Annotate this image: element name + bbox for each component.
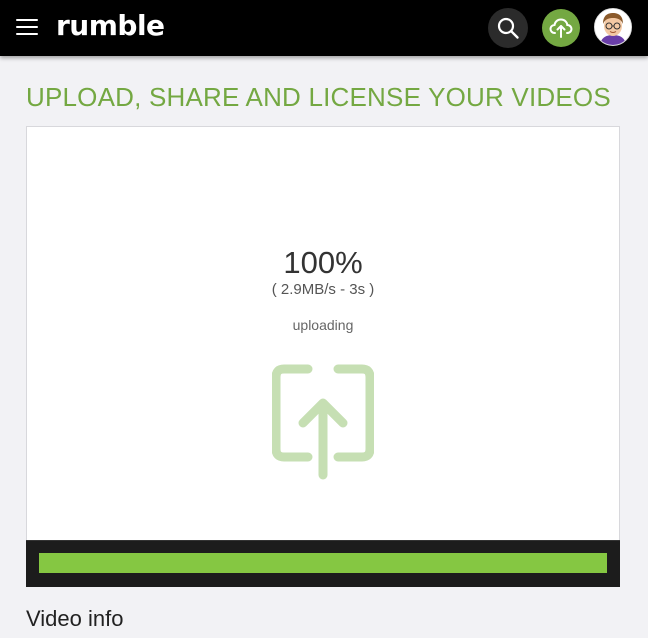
upload-progress-bar — [26, 540, 620, 587]
top-navigation-bar: rumble — [0, 0, 648, 56]
video-info-heading: Video info — [26, 606, 124, 631]
upload-speed: ( 2.9MB/s - 3s ) — [271, 281, 375, 298]
upload-status: uploading — [292, 317, 354, 333]
progress-fill — [39, 553, 607, 573]
search-button[interactable] — [488, 8, 528, 48]
page-title: UPLOAD, SHARE AND LICENSE YOUR VIDEOS — [26, 82, 611, 112]
search-icon — [497, 17, 519, 39]
rumble-logo[interactable]: rumble — [56, 6, 165, 46]
hamburger-menu-icon[interactable] — [16, 17, 38, 37]
upload-percent: 100% — [283, 245, 363, 280]
upload-panel: 100% ( 2.9MB/s - 3s ) uploading — [26, 126, 620, 542]
progress-track — [39, 553, 607, 573]
upload-button[interactable] — [542, 9, 580, 47]
avatar-face-icon — [595, 9, 631, 45]
user-avatar[interactable] — [594, 8, 632, 46]
upload-arrow-icon — [272, 364, 374, 480]
cloud-upload-icon — [549, 18, 573, 38]
